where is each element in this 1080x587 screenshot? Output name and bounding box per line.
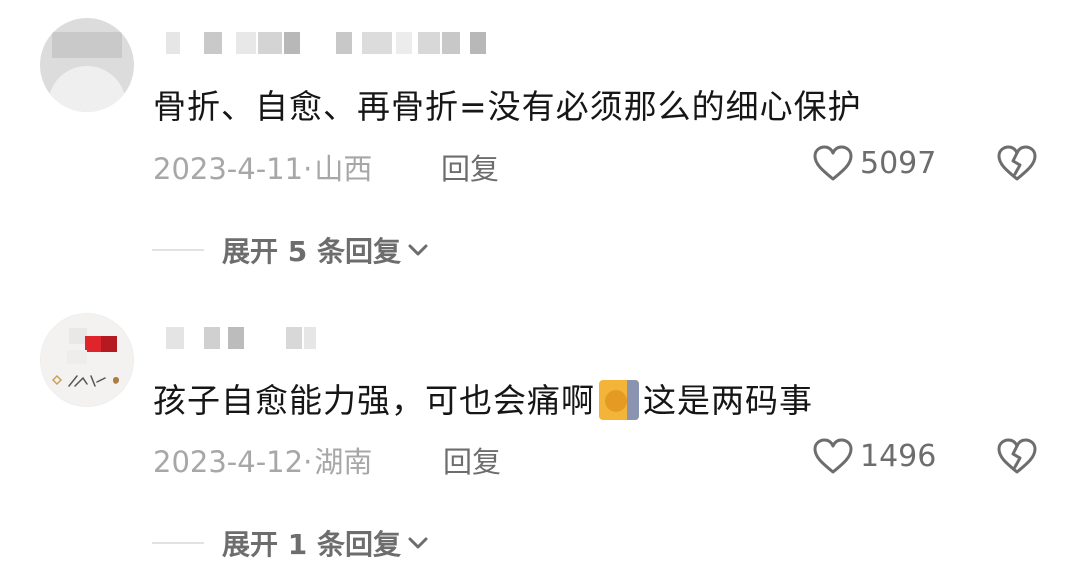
comment-location: 湖南 <box>314 445 373 479</box>
like-count: 5097 <box>860 145 937 181</box>
expand-replies-button[interactable]: 展开 5 条回复 <box>152 230 431 270</box>
like-button[interactable]: 1496 <box>812 436 936 476</box>
divider-line <box>152 249 204 251</box>
comment-text: 孩子自愈能力强，可也会痛啊 这是两码事 <box>153 374 813 422</box>
comment-text-part: 孩子自愈能力强，可也会痛啊 <box>153 381 595 420</box>
comment-date: 2023-4-11 <box>153 152 304 186</box>
comment-location: 山西 <box>314 152 373 186</box>
expand-replies-button[interactable]: 展开 1 条回复 <box>152 523 431 563</box>
expand-replies-label: 展开 5 条回复 <box>222 235 401 268</box>
reply-button[interactable]: 回复 <box>441 146 499 188</box>
broken-heart-icon <box>997 438 1037 474</box>
like-count: 1496 <box>860 438 937 474</box>
heart-outline-icon <box>813 438 853 474</box>
comment-meta: 2023-4-11·山西 <box>153 146 372 188</box>
broken-heart-icon <box>997 145 1037 181</box>
expand-replies-label: 展开 1 条回复 <box>222 528 401 561</box>
meta-separator: · <box>303 445 313 479</box>
avatar-default-silhouette <box>48 66 126 112</box>
reply-button[interactable]: 回复 <box>443 439 501 481</box>
comment-text-part: 这是两码事 <box>643 381 813 420</box>
meta-separator: · <box>303 152 313 186</box>
like-button[interactable]: 5097 <box>812 143 936 183</box>
cat-peeking-wall-emoji <box>599 380 639 420</box>
divider-line <box>152 542 204 544</box>
chevron-down-icon <box>408 244 428 256</box>
avatar-doodle-icon <box>51 374 119 387</box>
dislike-button[interactable] <box>996 436 1038 476</box>
avatar-pixelated-top <box>52 32 122 58</box>
comment-meta: 2023-4-12·湖南 <box>153 439 372 481</box>
avatar[interactable] <box>40 18 134 112</box>
username-redacted[interactable] <box>166 327 316 349</box>
dislike-button[interactable] <box>996 143 1038 183</box>
avatar[interactable] <box>40 313 134 407</box>
heart-outline-icon <box>813 145 853 181</box>
username-redacted[interactable] <box>166 32 496 54</box>
comment-item: 骨折、自愈、再骨折=没有必须那么的细心保护 2023-4-11·山西 回复 50… <box>0 0 1080 293</box>
comment-date: 2023-4-12 <box>153 445 304 479</box>
comment-text: 骨折、自愈、再骨折=没有必须那么的细心保护 <box>153 87 862 126</box>
comment-item: 孩子自愈能力强，可也会痛啊 这是两码事 2023-4-12·湖南 回复 1496 … <box>0 293 1080 586</box>
chevron-down-icon <box>408 537 428 549</box>
